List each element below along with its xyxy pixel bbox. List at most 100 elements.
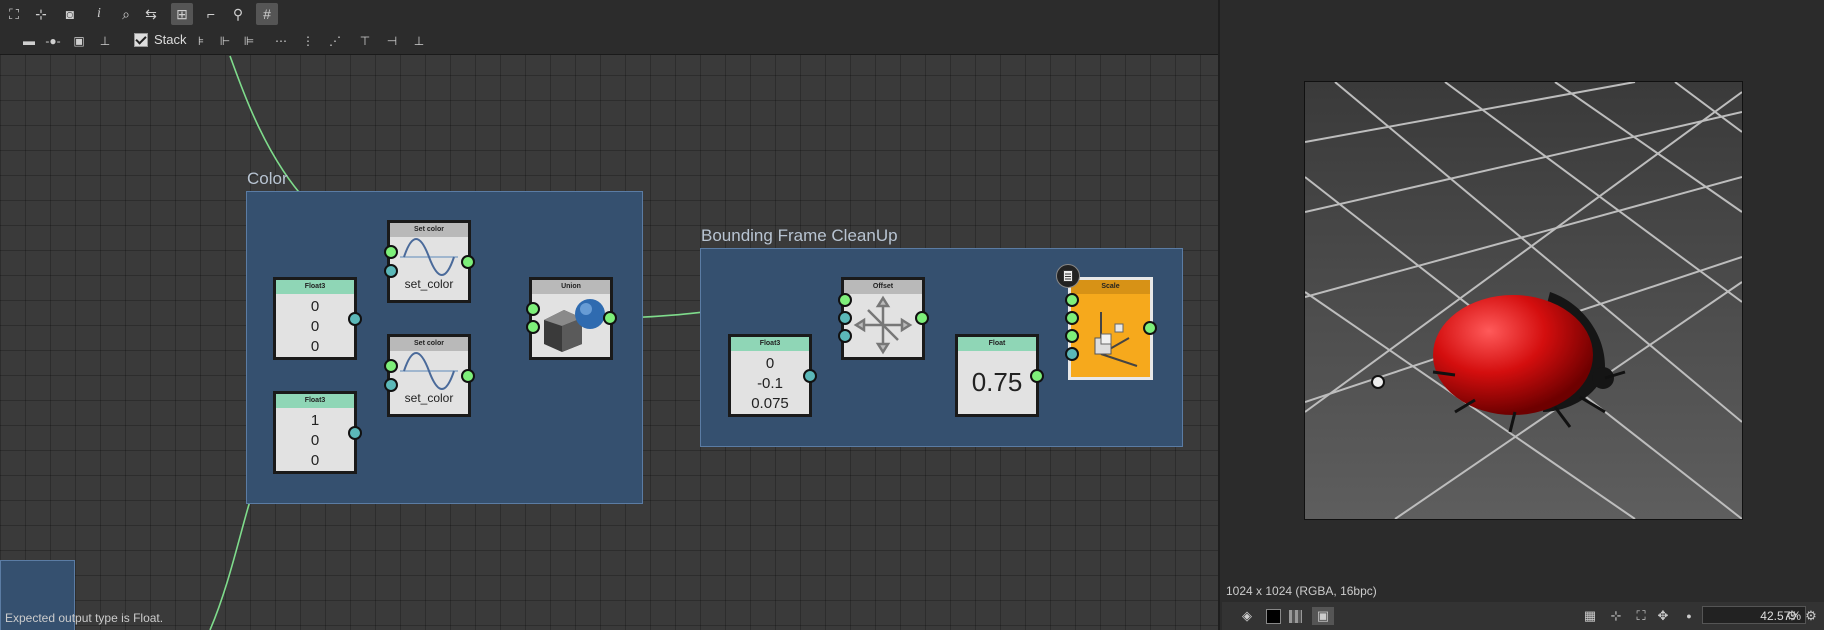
node-float3-b[interactable]: Float3 1 0 0 <box>273 391 357 474</box>
node-set-color-b[interactable]: Set color set_color <box>387 334 471 417</box>
info-icon[interactable]: i <box>88 3 110 25</box>
render-viewport[interactable] <box>1304 81 1743 520</box>
input-port[interactable] <box>384 359 398 373</box>
node-value: -0.1 <box>757 375 783 392</box>
stack-checkbox[interactable]: Stack <box>134 32 187 47</box>
node-header: Float3 <box>276 394 354 408</box>
pan-icon[interactable]: ✥ <box>1654 607 1672 625</box>
center-icon[interactable]: ⊹ <box>30 3 52 25</box>
stack-label: Stack <box>154 32 187 47</box>
output-port[interactable] <box>915 311 929 325</box>
align-top-icon[interactable]: ⊤ <box>354 31 376 51</box>
output-port[interactable] <box>803 369 817 383</box>
link-icon[interactable]: ⌐ <box>200 3 222 25</box>
node-graph-canvas[interactable]: Color Bounding Frame CleanUp Float3 0 0 … <box>0 0 1218 630</box>
output-port[interactable] <box>348 312 362 326</box>
input-port[interactable] <box>1065 311 1079 325</box>
node-label: set_color <box>404 277 454 291</box>
frame-title-color: Color <box>247 169 288 188</box>
status-message: Expected output type is Float. <box>5 611 164 625</box>
input-port[interactable] <box>384 378 398 392</box>
union-shapes-icon <box>544 299 605 352</box>
input-port[interactable] <box>1065 293 1079 307</box>
node-value: 0 <box>765 355 775 372</box>
document-icon[interactable] <box>1056 264 1080 288</box>
input-port[interactable] <box>1065 329 1079 343</box>
node-value: 0 <box>310 338 320 355</box>
node-value: 1 <box>310 412 320 429</box>
gear-small-icon-2[interactable]: ⚙ <box>1802 607 1820 625</box>
dot-icon[interactable]: -●- <box>42 31 64 51</box>
ruler-icon[interactable]: ⊹ <box>1607 607 1625 625</box>
input-port[interactable] <box>838 293 852 307</box>
input-port[interactable] <box>1065 347 1079 361</box>
output-port[interactable] <box>603 311 617 325</box>
zoom-dot-icon[interactable]: ● <box>1680 607 1698 625</box>
output-port[interactable] <box>1143 321 1157 335</box>
grid-view-icon[interactable]: ▦ <box>1581 607 1599 625</box>
align-center-icon[interactable]: ⊩ <box>214 31 236 51</box>
node-header: Offset <box>844 280 922 294</box>
align-bottom-icon[interactable]: ⊥ <box>408 31 430 51</box>
input-port[interactable] <box>384 264 398 278</box>
output-port[interactable] <box>348 426 362 440</box>
node-float[interactable]: Float 0.75 <box>955 334 1039 417</box>
sine-wave-icon <box>390 237 468 277</box>
fit-view-icon[interactable]: ⛶ <box>3 3 25 25</box>
node-scale[interactable]: Scale <box>1068 277 1153 380</box>
node-header: Float <box>958 337 1036 351</box>
node-header: Set color <box>390 337 468 351</box>
align-left-icon[interactable]: ⊧ <box>190 31 212 51</box>
scale-axes-icon <box>1094 312 1138 367</box>
node-set-color-a[interactable]: Set color set_color <box>387 220 471 303</box>
frame-icon[interactable]: ▣ <box>68 31 90 51</box>
node-value: 0 <box>310 452 320 469</box>
cursor-icon <box>1371 375 1385 389</box>
pin-icon[interactable]: ⊥ <box>94 31 116 51</box>
node-value: 0.75 <box>971 367 1023 397</box>
checkbox[interactable] <box>134 32 148 47</box>
node-union[interactable]: Union <box>529 277 613 360</box>
node-header: Scale <box>1071 280 1150 294</box>
align-middle-icon[interactable]: ⊣ <box>381 31 403 51</box>
node-label: set_color <box>404 391 454 405</box>
checker-icon[interactable] <box>1286 607 1304 625</box>
gear-small-icon[interactable]: ⚙ <box>1783 607 1801 625</box>
node-float3-a[interactable]: Float3 0 0 0 <box>273 277 357 360</box>
input-port[interactable] <box>384 245 398 259</box>
connect-icon[interactable]: ⇆ <box>140 3 162 25</box>
comment-icon[interactable]: ▬ <box>18 31 40 51</box>
node-offset[interactable]: Offset <box>841 277 925 360</box>
distribute-center-icon[interactable]: ⋮ <box>297 31 319 51</box>
input-port[interactable] <box>526 302 540 316</box>
output-port[interactable] <box>1030 369 1044 383</box>
image-info: 1024 x 1024 (RGBA, 16bpc) <box>1226 584 1377 598</box>
distribute-right-icon[interactable]: ⋰ <box>324 31 346 51</box>
layout-icon[interactable]: ⊞ <box>171 3 193 25</box>
output-port[interactable] <box>461 255 475 269</box>
node-value: 0 <box>310 432 320 449</box>
input-port[interactable] <box>838 311 852 325</box>
display-mode-icon[interactable]: ▣ <box>1312 607 1334 625</box>
output-port[interactable] <box>461 369 475 383</box>
screenshot-icon[interactable]: ◙ <box>59 3 81 25</box>
layers-icon[interactable]: ◈ <box>1238 607 1256 625</box>
node-value: 0 <box>310 318 320 335</box>
input-port[interactable] <box>526 320 540 334</box>
node-float3-c[interactable]: Float3 0 -0.1 0.075 <box>728 334 812 417</box>
node-header: Union <box>532 280 610 294</box>
black-swatch-icon[interactable] <box>1264 607 1282 625</box>
distribute-h-icon[interactable]: ⋯ <box>270 31 292 51</box>
node-header: Set color <box>390 223 468 237</box>
search-icon[interactable]: ⌕ <box>115 3 137 25</box>
frame-title-bounding-cleanup: Bounding Frame CleanUp <box>701 226 898 245</box>
brush-icon[interactable]: ⚲ <box>227 3 249 25</box>
ladybug-render <box>1305 82 1742 519</box>
node-value: 0 <box>310 298 320 315</box>
node-header: Float3 <box>276 280 354 294</box>
move-arrows-icon <box>853 295 913 355</box>
grid-icon[interactable]: # <box>256 3 278 25</box>
fit-icon[interactable]: ⛶ <box>1632 607 1650 625</box>
align-right-icon[interactable]: ⊫ <box>238 31 260 51</box>
input-port[interactable] <box>838 329 852 343</box>
